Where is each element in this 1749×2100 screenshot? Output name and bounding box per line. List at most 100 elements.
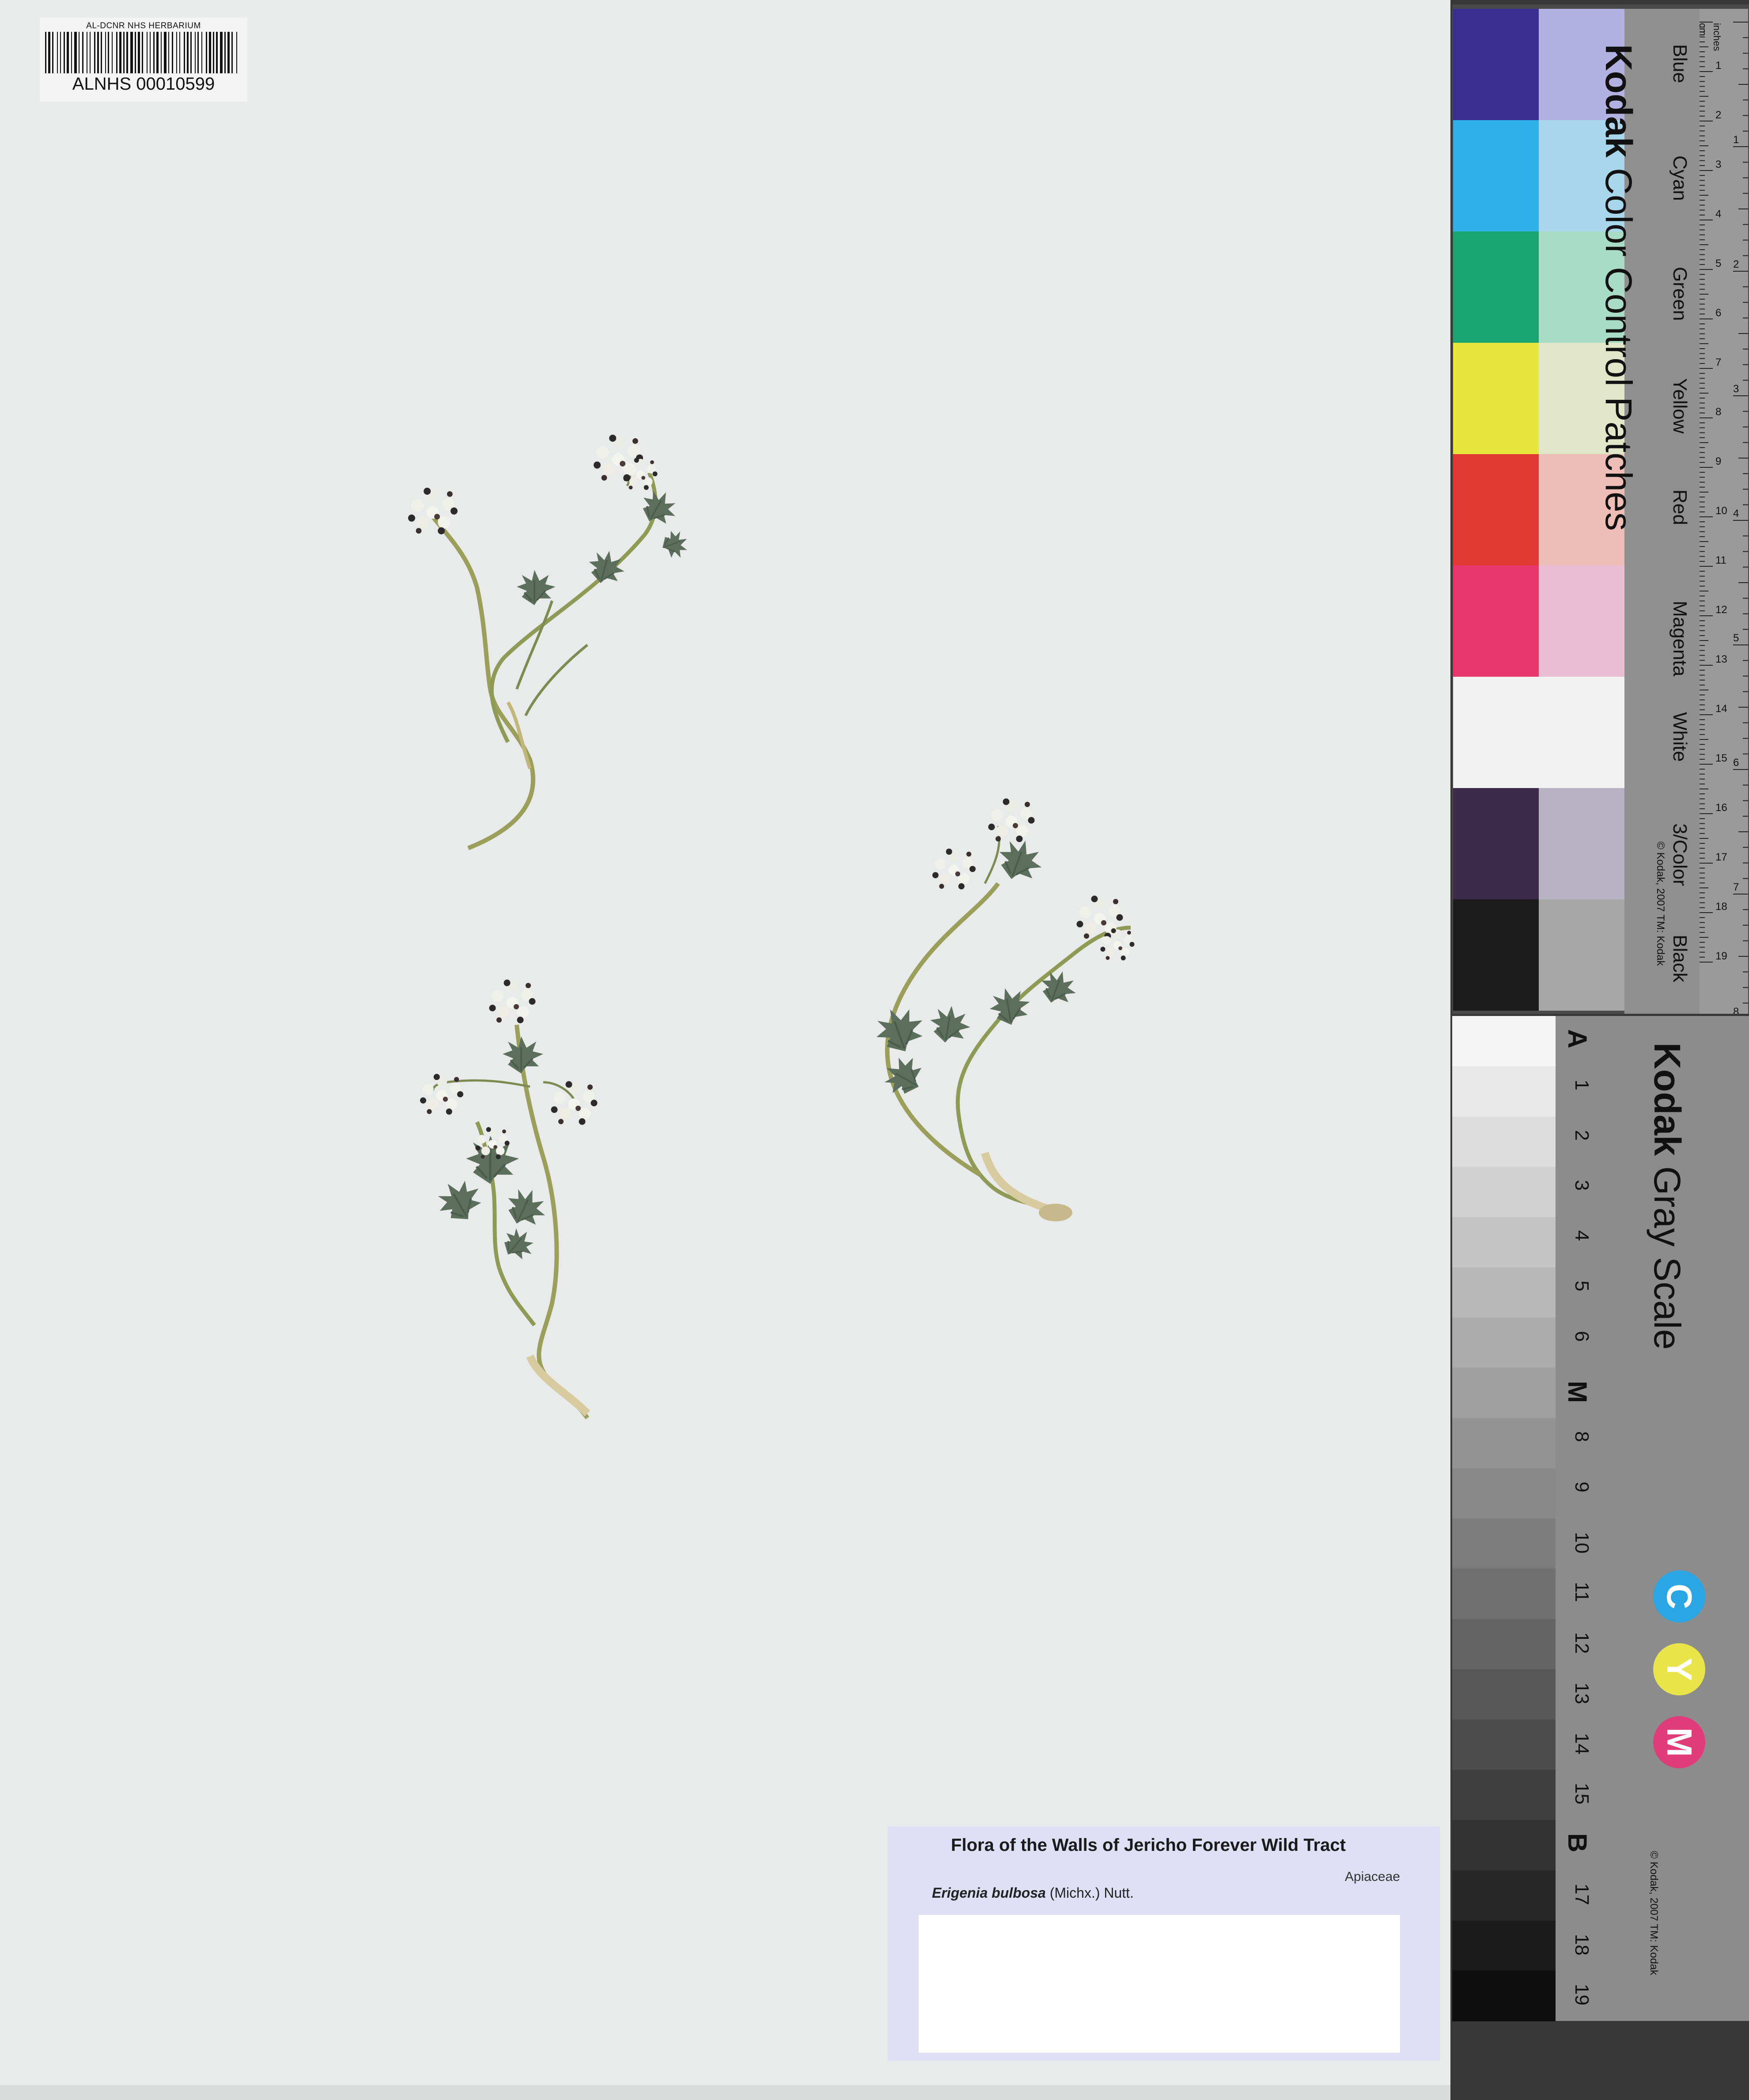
patch-label-magenta: Magenta [1669,601,1691,677]
ruler-cm-tick-label: 8 [1715,406,1721,418]
species-name: Erigenia bulbosa (Michx.) Nutt. [932,1885,1134,1901]
color-patch-yellow-dark [1453,343,1539,454]
patch-label-3-color: 3/Color [1669,823,1691,886]
gray-step [1452,1217,1556,1268]
color-patch-blue-dark [1453,9,1539,120]
gray-step [1452,1770,1556,1820]
gray-scale-brand: Kodak [1647,1042,1688,1156]
ruler-inch-tick-label: 8 [1733,1006,1739,1014]
plant-specimen-2 [420,979,598,1420]
gray-step [1452,1719,1556,1770]
gray-step [1452,1468,1556,1519]
gray-step-label: 4 [1571,1230,1593,1241]
plant-specimen-3 [869,798,1135,1221]
gray-step [1452,1267,1556,1318]
gray-step-label: 15 [1571,1783,1593,1805]
ruler-cm-tick-label: 18 [1715,901,1727,913]
gray-step-label: 8 [1571,1431,1593,1442]
family-name: Apiaceae [1344,1869,1400,1884]
gray-step [1452,1669,1556,1720]
specimen-label: Flora of the Walls of Jericho Forever Wi… [888,1827,1440,2061]
gray-step-label: 6 [1571,1331,1593,1342]
gray-step-label: 17 [1571,1883,1593,1905]
color-card-title-text: Color Control Patches [1598,168,1639,531]
ruler-inch-tick-label: 1 [1733,134,1739,146]
ruler-cm-tick-label: 16 [1715,802,1727,814]
plant-specimens [408,435,1135,1420]
ruler-inch-tick-label: 6 [1733,757,1739,769]
gray-step-label: B [1563,1833,1592,1853]
genus-species: Erigenia bulbosa [932,1885,1046,1901]
color-patch-3-color-dark [1453,788,1539,899]
gray-step-label: 2 [1571,1130,1593,1141]
gray-step-label: 12 [1571,1632,1593,1654]
ruler-inches-label: inches [1711,23,1722,51]
gray-step [1452,1920,1556,1971]
gray-step-label: 19 [1571,1984,1593,2006]
ruler-cm-tick-label: 5 [1715,258,1721,269]
gray-step-label: M [1563,1381,1592,1403]
color-patch-black-dark [1453,899,1539,1011]
label-title: Flora of the Walls of Jericho Forever Wi… [951,1835,1346,1855]
gray-scale-title-text: Gray Scale [1647,1166,1688,1350]
ruler-inch-tick-label: 7 [1733,881,1739,893]
patch-label-cyan: Cyan [1669,155,1691,201]
ruler-cm-tick-label: 12 [1715,604,1727,616]
gray-step [1452,1820,1556,1871]
color-patch-green-dark [1453,231,1539,343]
ruler-inch-tick-label: 4 [1733,508,1739,519]
ruler-cm-tick-label: 9 [1715,455,1721,467]
gray-step [1452,1317,1556,1368]
label-blank-area [919,1915,1400,2053]
ruler-cm-tick-label: 13 [1715,653,1727,665]
ruler-cm-tick-label: 15 [1715,752,1727,764]
gray-step-label: 5 [1571,1280,1593,1292]
color-patch-cyan-dark [1453,120,1539,231]
ruler-cm-tick-label: 7 [1715,356,1721,368]
ruler-inch-tick-label: 2 [1733,258,1739,270]
gray-step [1452,1569,1556,1619]
patch-label-black: Black [1669,935,1691,982]
patch-label-green: Green [1669,267,1691,321]
kodak-gray-scale-card: Kodak Gray Scale A 1 2 3 4 5 6 M 8 9 10 11 12 13 14 15 B… [1452,1016,1749,2021]
gray-step [1452,1368,1556,1418]
patch-label-blue: Blue [1669,44,1691,83]
gray-step-label: 13 [1571,1682,1593,1704]
gray-step-label: 3 [1571,1180,1593,1191]
ruler-cm-tick-label: 3 [1715,159,1721,171]
gray-step [1452,1016,1556,1067]
gray-scale-title: Kodak Gray Scale [1646,1042,1688,1350]
ruler-cm-tick-label: 1 [1715,60,1721,72]
gray-step-label: 1 [1571,1079,1593,1091]
color-patch-magenta-dark [1453,565,1539,677]
ruler-cm-label: cm [1697,23,1708,36]
ruler-cm-tick-label: 10 [1715,505,1727,517]
ruler-inch-tick-label: 3 [1733,383,1739,395]
ruler-cm-tick-label: 6 [1715,307,1721,319]
ruler-inch-tick-label: 5 [1733,632,1739,644]
color-card-brand: Kodak [1598,44,1639,158]
color-patch-3-color-light [1539,788,1624,899]
ruler-cm-tick-label: 11 [1715,554,1726,566]
authority: (Michx.) Nutt. [1045,1885,1134,1901]
gray-step [1452,1066,1556,1117]
color-card-title: Kodak Color Control Patches [1597,44,1640,531]
color-card-copyright: © Kodak, 2007 TM: Kodak [1654,842,1666,966]
patch-label-white: White [1669,712,1691,762]
color-patch-white-dark [1453,677,1539,788]
gray-step [1452,1870,1556,1921]
kodak-color-control-card: 1 2 3 4 5 6 7 8 9 10 11 12 13 14 15 16 17 18 19 1 2 3 4 5 6 7 8 Ko… [1452,4,1749,1018]
gray-step-label: 11 [1571,1582,1593,1602]
gray-step [1452,1418,1556,1469]
color-patch-magenta-light [1539,565,1624,677]
gray-step [1452,1518,1556,1569]
plant-specimen-1 [408,435,693,850]
ruler-cm-tick-label: 14 [1715,703,1727,715]
color-patch-red-dark [1453,454,1539,565]
color-patch-black-light [1539,899,1624,1011]
ruler-cm-tick-label: 17 [1715,851,1727,863]
color-patch-white-light [1539,677,1624,788]
gray-step-label: 18 [1571,1933,1593,1956]
ruler: 1 2 3 4 5 6 7 8 9 10 11 12 13 14 15 16 17 18 19 1 2 3 4 5 6 7 8 [1700,9,1748,1018]
gray-scale-copyright: © Kodak, 2007 TM: Kodak [1648,1851,1660,1975]
